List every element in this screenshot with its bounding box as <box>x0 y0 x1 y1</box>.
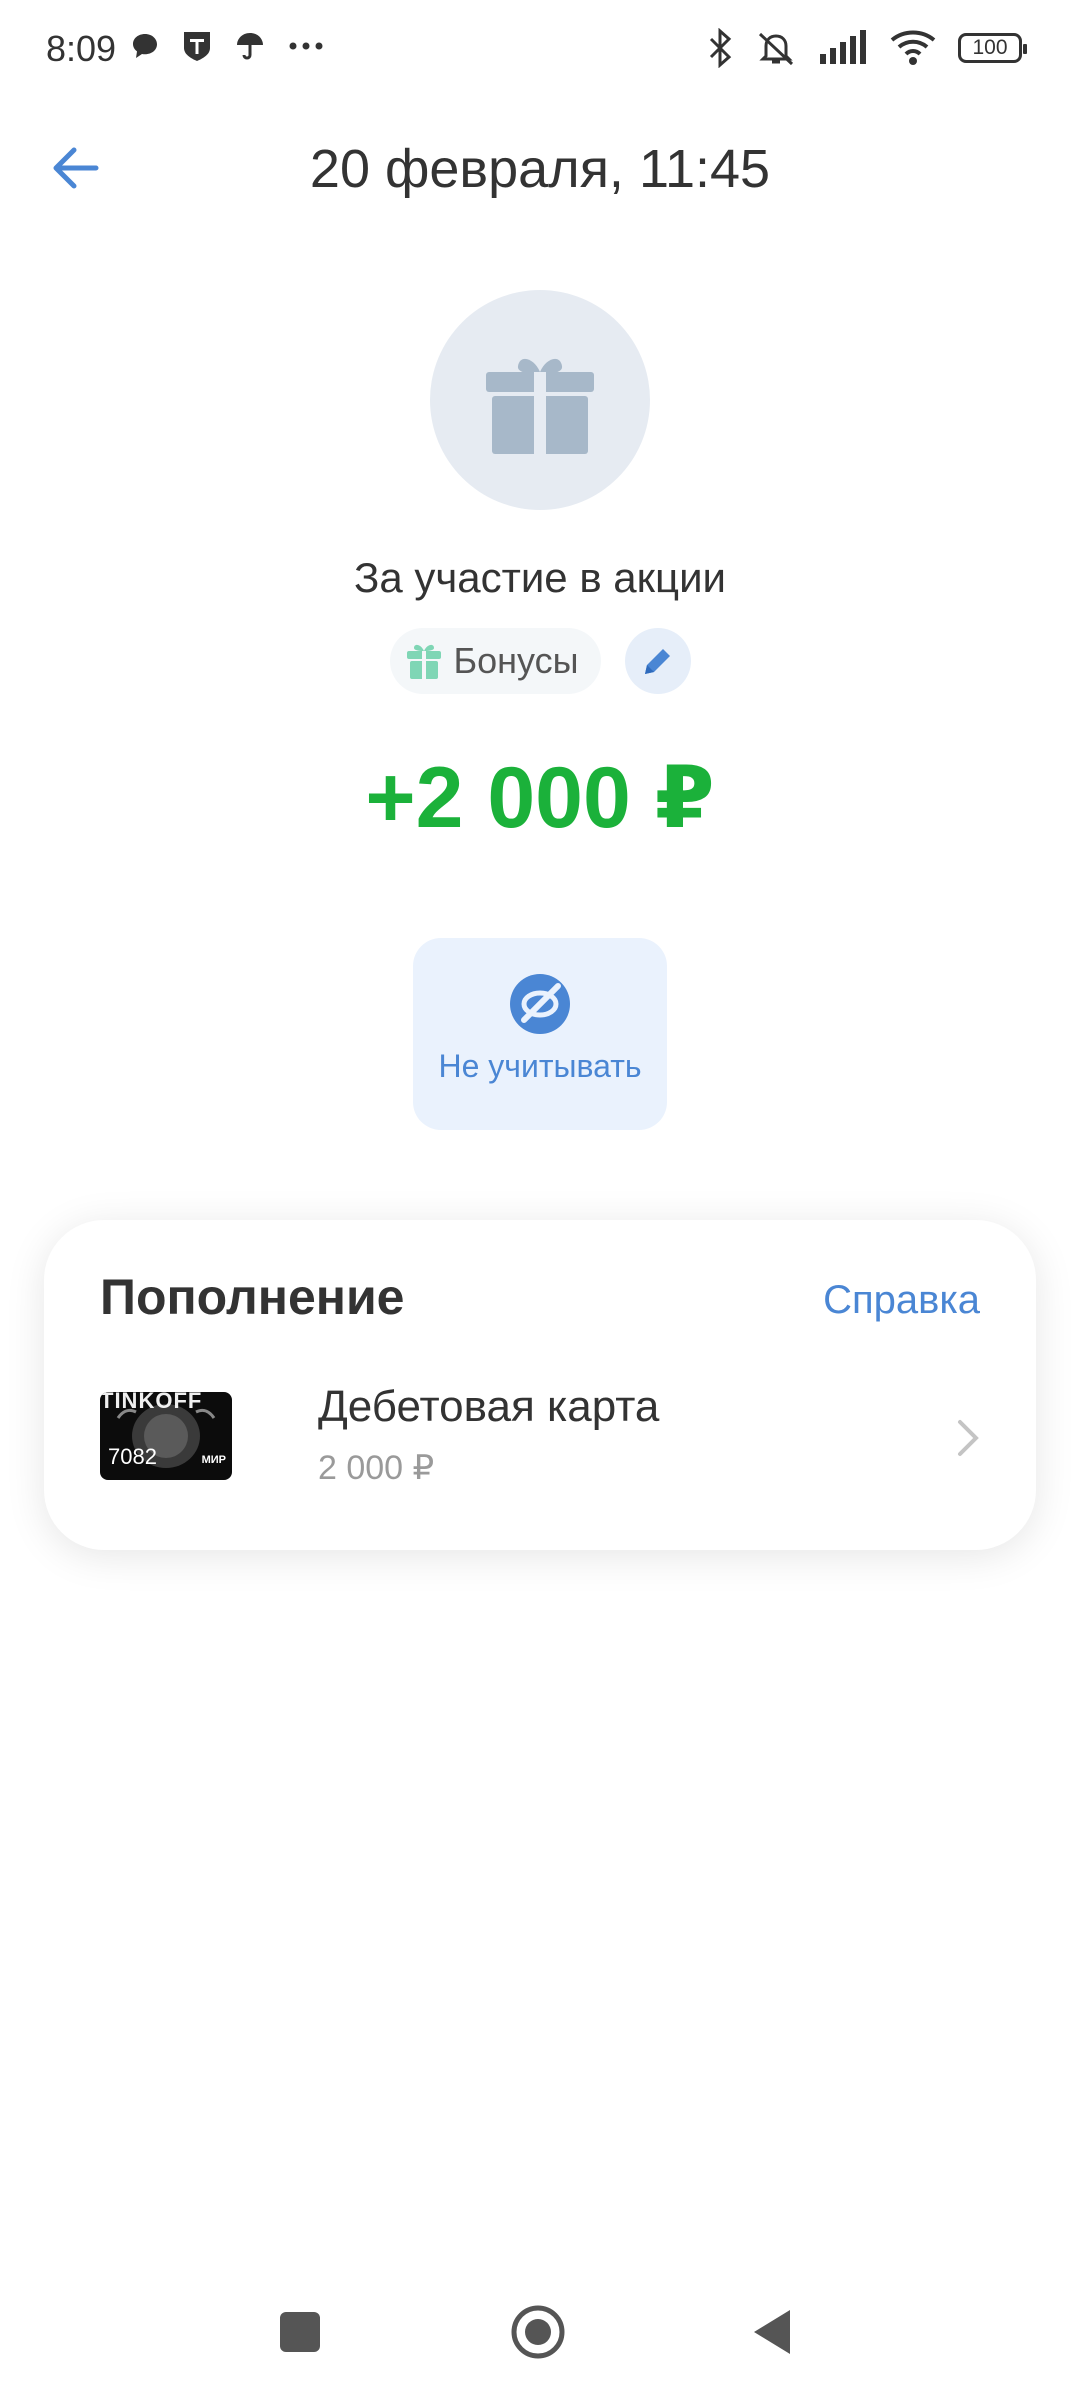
bank-t-icon <box>184 32 210 61</box>
operation-avatar <box>430 290 650 510</box>
recents-button[interactable] <box>280 2312 320 2352</box>
umbrella-icon <box>237 33 263 60</box>
notification-icons <box>130 30 324 62</box>
account-name: Дебетовая карта <box>318 1382 660 1431</box>
card-thumbnail: TINKOFF 7082 МИР <box>100 1392 232 1480</box>
card-last-digits: 7082 <box>108 1444 157 1469</box>
gift-small-icon <box>406 644 441 679</box>
account-row[interactable]: TINKOFF 7082 МИР Дебетовая карта 2 000 ₽ <box>100 1382 980 1512</box>
system-back-button[interactable] <box>752 2308 792 2356</box>
exclude-button[interactable]: Не учитывать <box>413 938 667 1130</box>
pencil-icon <box>644 649 670 674</box>
category-chip[interactable]: Бонусы <box>389 628 601 694</box>
panel-title: Пополнение <box>100 1269 405 1325</box>
card-brand: TINKOFF <box>100 1392 203 1413</box>
details-panel: Пополнение Справка TINKOFF 7082 МИР Дебе… <box>44 1220 1036 1550</box>
gift-icon <box>486 358 594 454</box>
system-icons: 100 <box>708 28 1027 68</box>
account-amount: 2 000 ₽ <box>318 1449 435 1487</box>
more-dots-icon <box>289 42 323 50</box>
home-button[interactable] <box>508 2302 568 2362</box>
signal-icon <box>820 30 866 64</box>
category-label: Бонусы <box>453 640 579 681</box>
chevron-right-icon <box>958 1420 979 1456</box>
operation-description: За участие в акции <box>353 554 727 601</box>
battery-level: 100 <box>972 36 1008 59</box>
hidden-eye-icon <box>510 974 570 1034</box>
battery-icon: 100 <box>958 33 1027 63</box>
card-network: МИР <box>201 1454 226 1466</box>
help-link[interactable]: Справка <box>823 1278 980 1323</box>
operation-amount: +2 000 ₽ <box>365 750 715 846</box>
status-bar: 8:09 100 <box>0 0 1080 100</box>
mute-bell-icon <box>758 32 794 66</box>
page-title: 20 февраля, 11:45 <box>309 139 771 199</box>
edit-category-button[interactable] <box>624 628 691 694</box>
chat-bubble-icon <box>133 34 157 58</box>
wifi-icon <box>890 30 936 65</box>
bluetooth-icon <box>709 28 732 68</box>
category-row: Бонусы <box>0 628 1080 694</box>
status-time: 8:09 <box>46 28 117 69</box>
exclude-label: Не учитывать <box>438 1048 642 1084</box>
